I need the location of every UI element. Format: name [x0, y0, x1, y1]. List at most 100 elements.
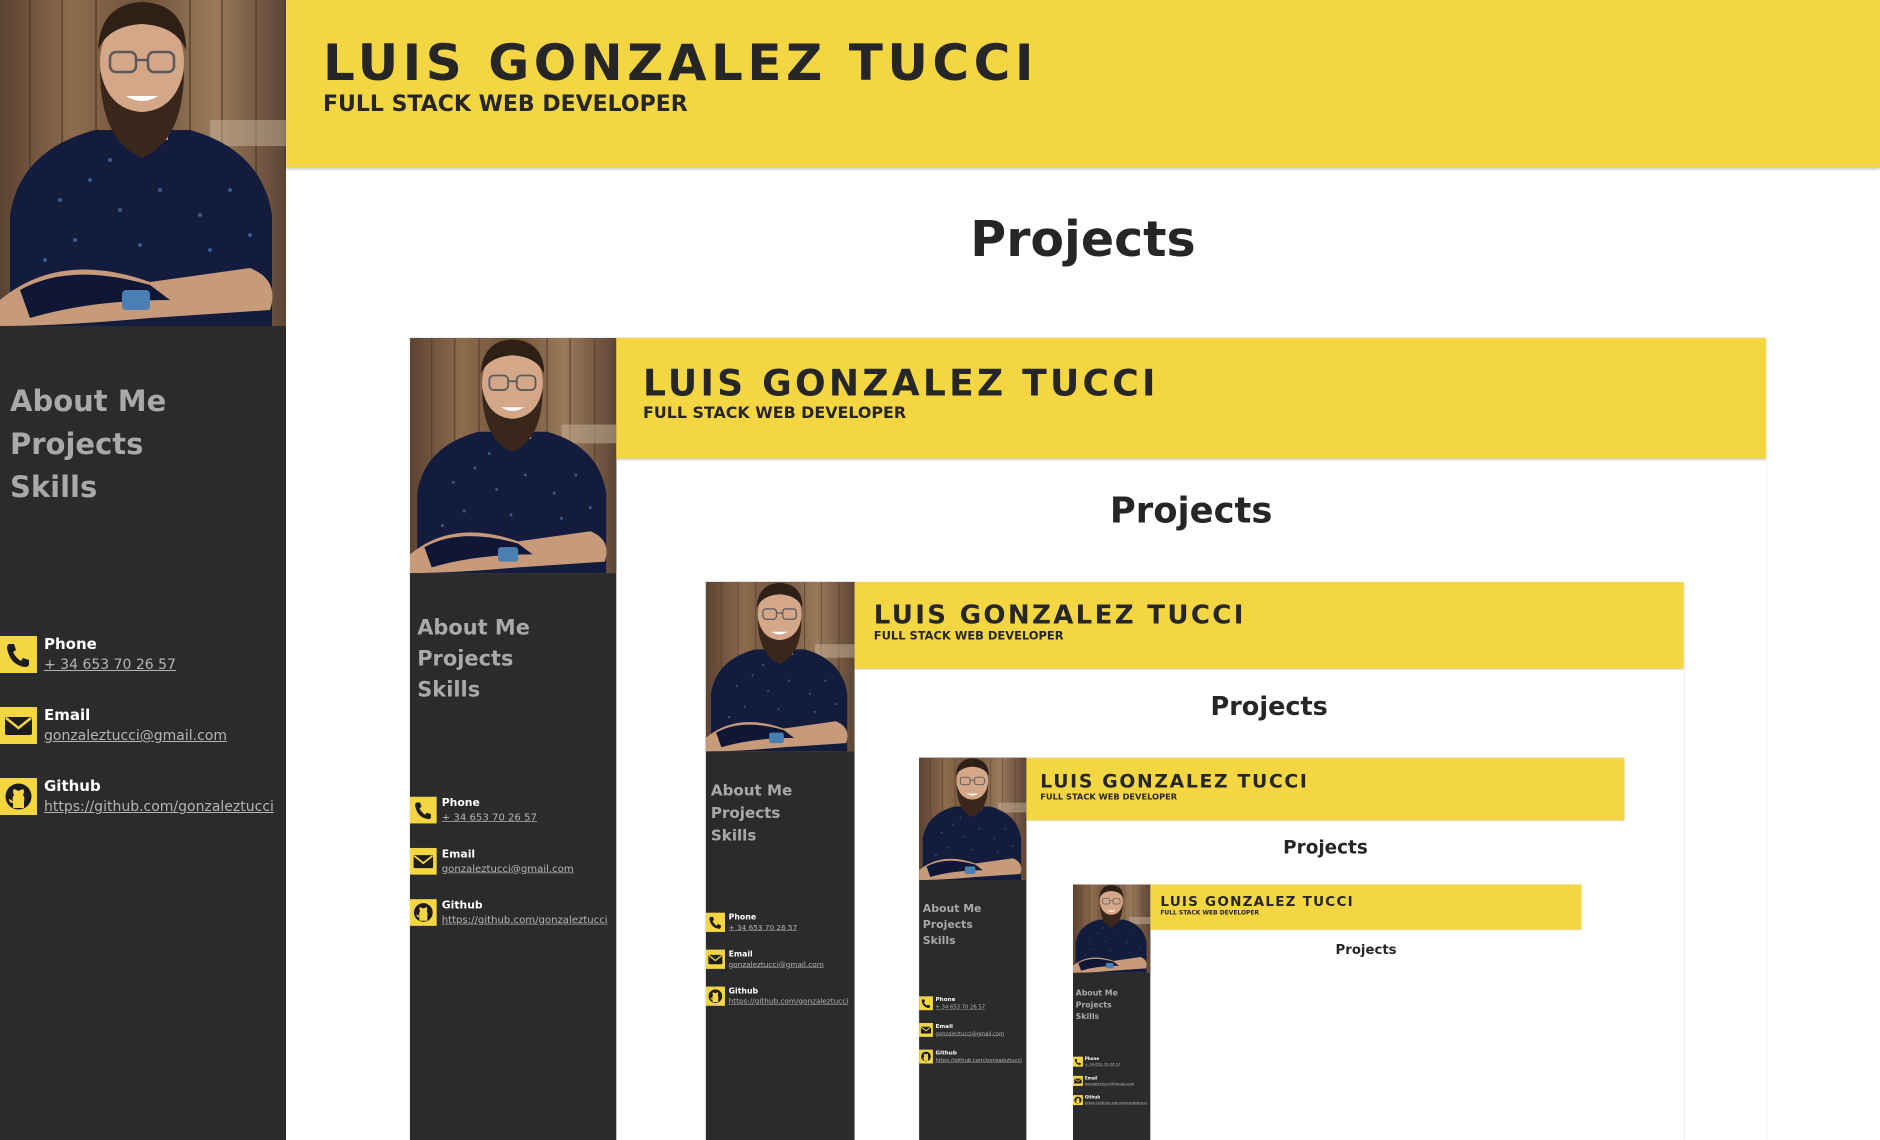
header-name: LUIS GONZALEZ TUCCI: [873, 599, 1246, 630]
contact-phone-label: Phone: [728, 912, 757, 922]
profile-photo: [705, 581, 855, 752]
sidebar: About Me Projects Skills Phone + 34 653 …: [0, 0, 286, 1140]
nav-item-about[interactable]: About Me: [1076, 987, 1118, 999]
project-preview-page: About Me Projects Skills Phone + 34 653 …: [1072, 884, 1582, 1140]
github-icon: [919, 1049, 933, 1064]
contact-email-link[interactable]: gonzaleztucci@gmail.com: [44, 728, 227, 745]
main-nav: About Me Projects Skills: [417, 612, 530, 705]
header-name: LUIS GONZALEZ TUCCI: [323, 34, 1038, 92]
header-role: FULL STACK WEB DEVELOPER: [323, 92, 688, 117]
nav-item-about[interactable]: About Me: [417, 612, 530, 643]
email-icon: [0, 707, 37, 744]
contact-phone-label: Phone: [935, 995, 956, 1003]
nav-link-projects[interactable]: Projects: [10, 427, 143, 461]
nav-item-skills[interactable]: Skills: [923, 933, 982, 949]
contact-email: Email gonzaleztucci@gmail.com: [410, 848, 616, 899]
page-header: LUIS GONZALEZ TUCCI FULL STACK WEB DEVEL…: [616, 338, 1767, 459]
contact-email-label: Email: [441, 847, 476, 861]
contact-phone-link[interactable]: + 34 653 70 26 57: [729, 924, 798, 933]
profile-photo-image: [1072, 884, 1151, 973]
contact-github-link[interactable]: https://github.com/gonzaleztucci: [729, 997, 849, 1006]
sidebar: About Me Projects Skills Phone + 34 653 …: [410, 338, 617, 1140]
project-preview-frame[interactable]: About Me Projects Skills Phone + 34 653 …: [410, 338, 1767, 1140]
contact-list: Phone + 34 653 70 26 57 Email gonzaleztu…: [0, 636, 286, 849]
nav-item-projects[interactable]: Projects: [10, 423, 166, 466]
phone-icon: [1072, 1056, 1083, 1067]
contact-email: Email gonzaleztucci@gmail.com: [919, 1023, 1026, 1050]
contact-email: Email gonzaleztucci@gmail.com: [1072, 1075, 1150, 1095]
nav-link-projects[interactable]: Projects: [711, 804, 780, 822]
contact-github-label: Github: [44, 777, 101, 795]
nav-link-about[interactable]: About Me: [10, 384, 166, 418]
contact-list: Phone + 34 653 70 26 57 Email gonzaleztu…: [1072, 1056, 1150, 1115]
contact-phone-link[interactable]: + 34 653 70 26 57: [44, 657, 176, 674]
section-title-projects: Projects: [1283, 836, 1368, 859]
contact-email-link[interactable]: gonzaleztucci@gmail.com: [729, 961, 824, 970]
contact-github-link[interactable]: https://github.com/gonzaleztucci: [936, 1057, 1022, 1063]
contact-phone-link[interactable]: + 34 653 70 26 57: [1085, 1062, 1121, 1067]
nav-link-projects[interactable]: Projects: [923, 918, 973, 931]
contact-github: Github https://github.com/gonzaleztucci: [1072, 1095, 1150, 1114]
nav-item-about[interactable]: About Me: [10, 380, 166, 423]
github-icon: [705, 986, 725, 1006]
nav-link-skills[interactable]: Skills: [417, 677, 480, 702]
nav-item-projects[interactable]: Projects: [1076, 999, 1118, 1011]
header-name: LUIS GONZALEZ TUCCI: [642, 362, 1159, 405]
github-icon: [0, 778, 37, 815]
nav-link-skills[interactable]: Skills: [10, 470, 97, 504]
email-icon: [919, 1022, 933, 1037]
contact-email-label: Email: [44, 706, 91, 724]
nav-item-projects[interactable]: Projects: [417, 643, 530, 674]
nav-link-skills[interactable]: Skills: [1076, 1012, 1100, 1021]
contact-github-label: Github: [728, 986, 759, 996]
header-role: FULL STACK WEB DEVELOPER: [1040, 792, 1178, 802]
contact-email-label: Email: [728, 949, 753, 959]
contact-email-link[interactable]: gonzaleztucci@gmail.com: [442, 863, 574, 875]
contact-github: Github https://github.com/gonzaleztucci: [410, 899, 616, 950]
nav-item-about[interactable]: About Me: [711, 780, 792, 802]
contact-github-label: Github: [441, 898, 483, 912]
profile-photo: [1072, 884, 1151, 973]
nav-link-about[interactable]: About Me: [923, 902, 982, 915]
contact-email-link[interactable]: gonzaleztucci@gmail.com: [1085, 1082, 1135, 1087]
main-nav: About Me Projects Skills: [1076, 987, 1118, 1022]
contact-email: Email gonzaleztucci@gmail.com: [705, 949, 855, 987]
contact-phone-link[interactable]: + 34 653 70 26 57: [936, 1004, 986, 1010]
project-preview-frame[interactable]: About Me Projects Skills Phone + 34 653 …: [919, 757, 1625, 1140]
nav-item-about[interactable]: About Me: [923, 900, 982, 916]
nav-link-skills[interactable]: Skills: [711, 826, 756, 844]
nav-link-projects[interactable]: Projects: [417, 646, 513, 671]
project-preview-page: About Me Projects Skills Phone + 34 653 …: [705, 581, 1684, 1140]
profile-photo: [0, 0, 286, 326]
header-name: LUIS GONZALEZ TUCCI: [1160, 893, 1354, 910]
contact-email-link[interactable]: gonzaleztucci@gmail.com: [936, 1031, 1005, 1037]
page-header: LUIS GONZALEZ TUCCI FULL STACK WEB DEVEL…: [1150, 884, 1582, 930]
nav-link-projects[interactable]: Projects: [1076, 1000, 1112, 1009]
project-preview-frame[interactable]: About Me Projects Skills Phone + 34 653 …: [705, 581, 1684, 1140]
contact-phone-link[interactable]: + 34 653 70 26 57: [442, 812, 537, 824]
email-icon: [410, 847, 437, 875]
nav-link-about[interactable]: About Me: [1076, 988, 1118, 997]
nav-link-about[interactable]: About Me: [711, 782, 792, 800]
contact-github-link[interactable]: https://github.com/gonzaleztucci: [1085, 1101, 1147, 1106]
nav-item-skills[interactable]: Skills: [417, 674, 530, 705]
main-nav: About Me Projects Skills: [923, 900, 982, 948]
nav-link-about[interactable]: About Me: [417, 615, 530, 640]
email-icon: [1072, 1075, 1083, 1086]
nav-item-skills[interactable]: Skills: [1076, 1011, 1118, 1023]
project-preview-frame[interactable]: About Me Projects Skills Phone + 34 653 …: [1072, 884, 1582, 1140]
contact-github-link[interactable]: https://github.com/gonzaleztucci: [44, 799, 274, 816]
contact-github-link[interactable]: https://github.com/gonzaleztucci: [442, 914, 608, 926]
contact-phone: Phone + 34 653 70 26 57: [0, 636, 286, 707]
project-preview-page: About Me Projects Skills Phone + 34 653 …: [410, 338, 1767, 1140]
project-preview-page: About Me Projects Skills Phone + 34 653 …: [919, 757, 1625, 1140]
contact-github: Github https://github.com/gonzaleztucci: [0, 778, 286, 849]
nav-item-skills[interactable]: Skills: [711, 824, 792, 846]
nav-item-projects[interactable]: Projects: [711, 802, 792, 824]
phone-icon: [410, 796, 437, 824]
profile-photo-image: [410, 338, 617, 574]
nav-item-skills[interactable]: Skills: [10, 466, 166, 509]
nav-link-skills[interactable]: Skills: [923, 934, 956, 947]
nav-item-projects[interactable]: Projects: [923, 916, 982, 932]
profile-photo-image: [0, 0, 286, 326]
